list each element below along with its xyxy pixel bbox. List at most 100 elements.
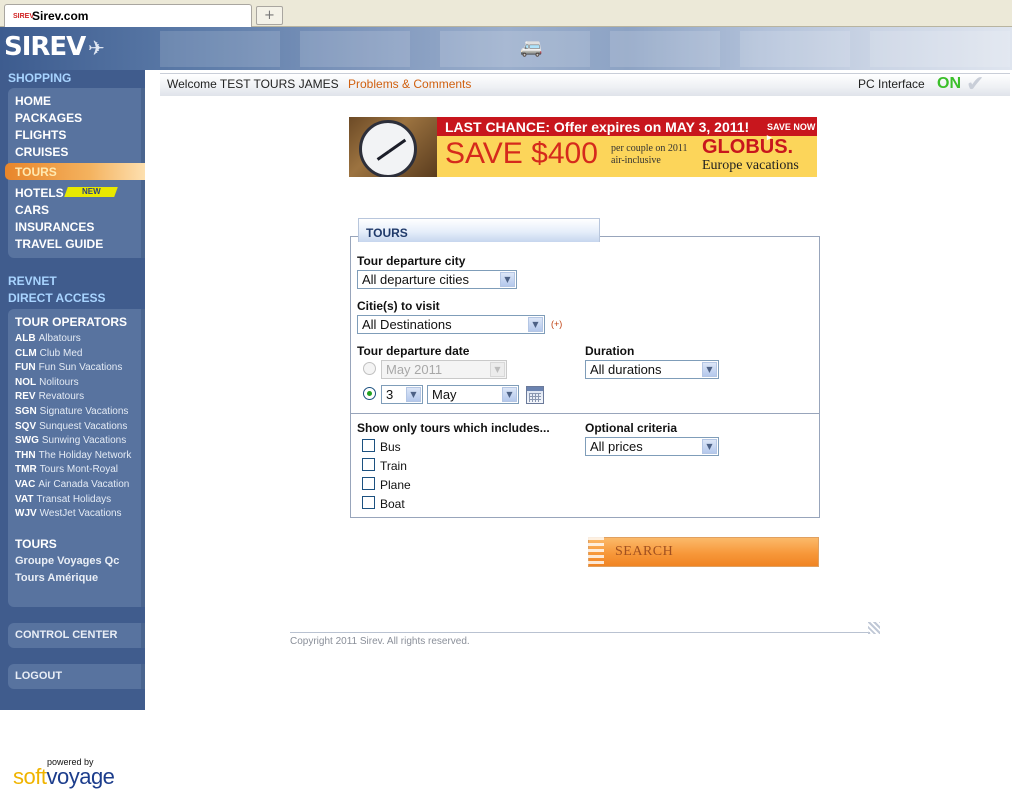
header-banner (0, 27, 1012, 70)
month-year-select[interactable]: May 2011 ▼ (381, 360, 507, 379)
tour-operator-code: CLM (15, 347, 37, 359)
tour-operator-link[interactable]: VAC Air Canada Vacation (15, 479, 129, 490)
ad-per-couple: per couple on 2011 air-inclusive (611, 143, 688, 166)
airplane-icon: ✈ (88, 36, 105, 60)
logout-box[interactable]: LOGOUT (8, 664, 145, 689)
sirev-logo[interactable]: SIREV (4, 32, 86, 62)
tour-operator-name: Tours Mont-Royal (39, 464, 119, 476)
includes-label: Show only tours which includes... (357, 421, 550, 435)
tour-operator-link[interactable]: WJV WestJet Vacations (15, 508, 122, 519)
nav-travel-guide[interactable]: TRAVEL GUIDE (15, 237, 103, 251)
pc-interface-label: PC Interface (858, 77, 925, 91)
globus-ad-banner[interactable]: LAST CHANCE: Offer expires on MAY 3, 201… (349, 117, 817, 177)
month-radio[interactable] (363, 362, 376, 375)
clock-icon (349, 117, 437, 177)
bus-checkbox[interactable] (362, 439, 375, 452)
optional-criteria-select[interactable]: All prices ▼ (585, 437, 719, 456)
revnet-link[interactable]: REVNET (8, 274, 57, 288)
banner-photo-block (160, 31, 280, 67)
add-city-link[interactable]: (+) (551, 319, 562, 329)
sidebar: SHOPPING HOME PACKAGES FLIGHTS CRUISES H… (0, 70, 145, 710)
bus-label: Bus (380, 440, 401, 454)
cities-select[interactable]: All Destinations ▼ (357, 315, 545, 334)
tour-operator-code: FUN (15, 362, 36, 374)
logout-link[interactable]: LOGOUT (15, 670, 62, 682)
nav-flights[interactable]: FLIGHTS (15, 128, 66, 142)
tour-operator-link[interactable]: ALB Albatours (15, 333, 81, 344)
pc-interface-toggle[interactable]: ON (937, 75, 961, 93)
ad-headline: LAST CHANCE: Offer expires on MAY 3, 201… (445, 119, 750, 135)
tour-operator-link[interactable]: TMR Tours Mont-Royal (15, 464, 118, 475)
departure-city-label: Tour departure city (357, 254, 466, 268)
clock-face (359, 120, 417, 177)
radio-selected-dot (367, 391, 372, 396)
train-checkbox[interactable] (362, 458, 375, 471)
nav-insurances[interactable]: INSURANCES (15, 220, 94, 234)
banner-photo-block (440, 31, 590, 67)
tour-operator-link[interactable]: NOL Nolitours (15, 377, 79, 388)
nav-hotels[interactable]: HOTELS (15, 186, 64, 200)
checkmark-icon: ✔ (966, 72, 985, 97)
tour-operator-link[interactable]: REV Revatours (15, 391, 84, 402)
nav-cars[interactable]: CARS (15, 203, 49, 217)
nav-cruises[interactable]: CRUISES (15, 145, 68, 159)
tour-operator-link[interactable]: CLM Club Med (15, 348, 82, 359)
link-tours-amerique[interactable]: Tours Amérique (15, 572, 98, 584)
tour-operator-link[interactable]: SWG Sunwing Vacations (15, 435, 126, 446)
tour-operators-box: TOUR OPERATORS ALB Albatours CLM Club Med FU… (8, 309, 145, 607)
boat-label: Boat (380, 497, 405, 511)
month-value: May (432, 387, 457, 402)
tour-operator-name: Nolitours (39, 376, 79, 388)
nav-packages[interactable]: PACKAGES (15, 111, 82, 125)
tour-operator-code: SQV (15, 420, 37, 432)
tour-operator-link[interactable]: THN The Holiday Network (15, 450, 131, 461)
control-center-link[interactable]: CONTROL CENTER (15, 629, 117, 641)
nav-tours[interactable]: TOURS (5, 163, 145, 180)
banner-photo-block (300, 31, 410, 67)
browser-tab[interactable]: SIREV Sirev.com (4, 4, 252, 27)
train-label: Train (380, 459, 407, 473)
clock-hand (376, 150, 390, 161)
softvoyage-logo[interactable]: softvoyage (13, 764, 115, 790)
tour-operator-link[interactable]: SQV Sunquest Vacations (15, 421, 127, 432)
tour-operator-name: Sunquest Vacations (39, 420, 128, 432)
day-select[interactable]: 3 ▼ (381, 385, 423, 404)
nav-home[interactable]: HOME (15, 94, 51, 108)
tour-operator-code: SWG (15, 435, 39, 447)
problems-comments-link[interactable]: Problems & Comments (348, 77, 471, 91)
exact-date-radio[interactable] (363, 387, 376, 400)
calendar-icon[interactable] (526, 386, 544, 404)
footer-decoration (868, 622, 880, 634)
browser-tab-title: Sirev.com (32, 9, 89, 23)
departure-city-select[interactable]: All departure cities ▼ (357, 270, 517, 289)
tour-operator-name: Air Canada Vacation (38, 479, 130, 490)
chevron-down-icon: ▼ (528, 317, 543, 332)
control-center-box[interactable]: CONTROL CENTER (8, 623, 145, 648)
tour-operator-code: WJV (15, 508, 37, 520)
tour-operator-name: WestJet Vacations (39, 508, 122, 520)
month-select[interactable]: May ▼ (427, 385, 519, 404)
search-button[interactable]: SEARCH (588, 537, 819, 567)
duration-select[interactable]: All durations ▼ (585, 360, 719, 379)
softvoyage-logo-soft: soft (13, 764, 47, 789)
ad-tagline: Europe vacations (702, 158, 799, 173)
new-tab-button[interactable]: + (256, 6, 283, 25)
tour-operator-link[interactable]: FUN Fun Sun Vacations (15, 362, 122, 373)
tour-operator-code: VAT (15, 493, 34, 505)
tour-operator-name: Club Med (39, 347, 83, 359)
boat-checkbox[interactable] (362, 496, 375, 509)
link-groupe-voyages-qc[interactable]: Groupe Voyages Qc (15, 555, 119, 567)
tour-operator-link[interactable]: VAT Transat Holidays (15, 494, 111, 505)
tours-search-panel: Tour departure city All departure cities… (350, 236, 820, 518)
chevron-down-icon: ▼ (702, 439, 717, 454)
chevron-down-icon: ▼ (490, 362, 505, 377)
chevron-down-icon: ▼ (406, 387, 421, 402)
tour-operator-link[interactable]: SGN Signature Vacations (15, 406, 128, 417)
copyright-text: Copyright 2011 Sirev. All rights reserve… (290, 636, 470, 647)
optional-criteria-label: Optional criteria (585, 421, 678, 435)
tour-operator-code: ALB (15, 333, 36, 344)
tour-operator-name: Sunwing Vacations (41, 435, 127, 447)
tours-panel-title: TOURS (366, 226, 408, 240)
car-icon: 🚐 (520, 37, 543, 58)
plane-checkbox[interactable] (362, 477, 375, 490)
